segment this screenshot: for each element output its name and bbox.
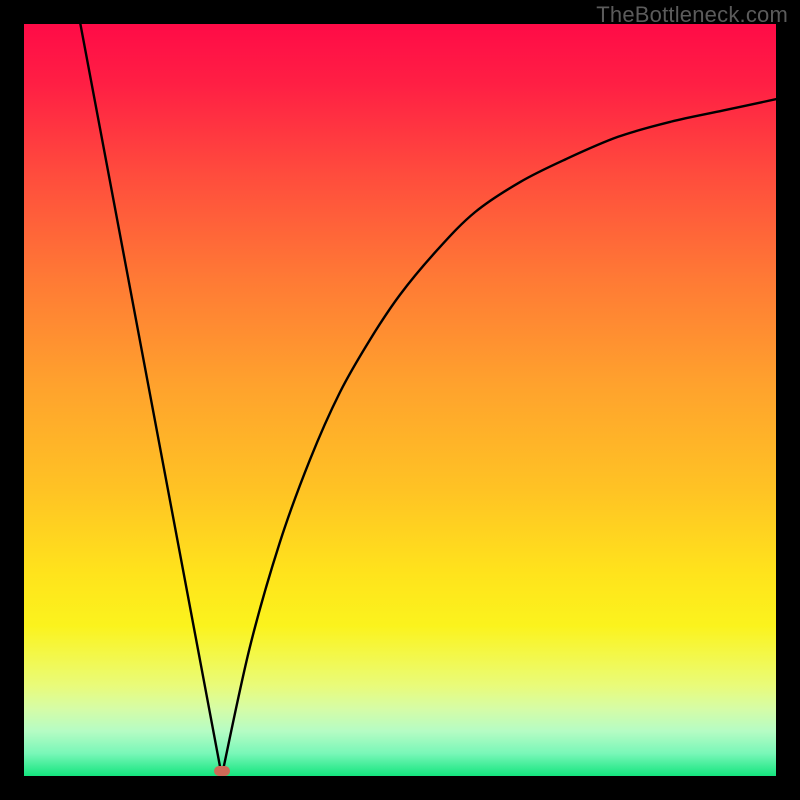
minimum-marker: [214, 766, 230, 776]
gradient-plot-area: [24, 24, 776, 776]
watermark-text: TheBottleneck.com: [596, 2, 788, 28]
bottleneck-curve: [24, 24, 776, 776]
